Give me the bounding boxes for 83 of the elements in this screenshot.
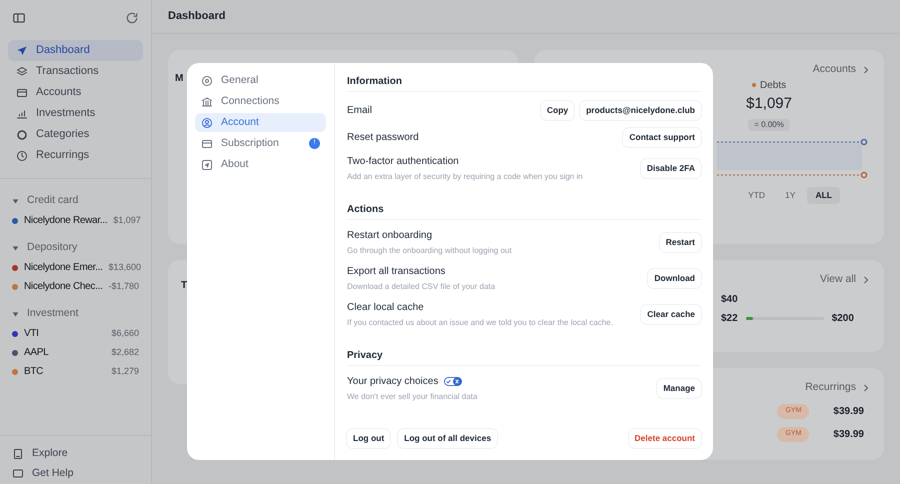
nav-item[interactable]: Accounts — [8, 82, 143, 103]
nav-item[interactable]: Investments — [8, 103, 143, 124]
recurrings-link[interactable]: Recurrings — [805, 380, 872, 396]
budget-current: $22 — [721, 312, 738, 326]
budget-total: $200 — [832, 312, 854, 326]
bar-chart-icon — [16, 108, 28, 120]
setting-label: Clear local cache — [347, 301, 424, 315]
setting-label: Reset password — [347, 130, 419, 144]
settings-tab[interactable]: About — [195, 155, 326, 174]
chat-icon — [12, 468, 24, 480]
setting-description: Download a detailed CSV file of your data — [347, 281, 496, 293]
view-all-link[interactable]: View all — [820, 272, 872, 288]
section-title: Information — [347, 71, 701, 92]
section-title: Actions — [347, 199, 701, 220]
setting-label: Two-factor authentication — [347, 155, 459, 169]
account-item[interactable]: VTI $6,660 — [8, 324, 143, 343]
setting-description: We don't ever sell your financial data — [347, 391, 478, 403]
clock-icon — [16, 150, 28, 162]
settings-tab[interactable]: General — [195, 71, 326, 90]
setting-label: Export all transactions — [347, 265, 446, 279]
layers-icon — [16, 66, 28, 78]
card-icon — [16, 86, 28, 98]
card-title: T — [181, 280, 188, 291]
delete-account-button[interactable]: Delete account — [628, 429, 701, 448]
nav-item[interactable]: Categories — [8, 124, 143, 145]
action-button[interactable]: products@nicelydone.club — [580, 100, 701, 120]
debts-value: $1,097 — [746, 94, 792, 114]
settings-icon — [201, 74, 213, 86]
action-button[interactable]: Manage — [657, 379, 701, 398]
footer-link[interactable]: Explore — [12, 444, 139, 464]
sidebar-toggle-icon[interactable] — [12, 11, 26, 25]
nav-item[interactable]: Dashboard — [8, 40, 143, 61]
action-button[interactable]: Restart — [660, 233, 701, 252]
refresh-icon[interactable] — [125, 11, 139, 25]
setting-description: Add an extra layer of security by requiring a code when you sign in — [347, 171, 583, 183]
accounts-link[interactable]: Accounts — [812, 62, 872, 78]
card-title: M — [175, 73, 184, 84]
account-item[interactable]: Nicelydone Rewar... $1,097 — [8, 211, 143, 230]
card-icon — [201, 138, 213, 150]
account-item[interactable]: Nicelydone Emer... $13,600 — [8, 258, 143, 277]
action-button[interactable]: Contact support — [623, 128, 701, 146]
caret-down-icon — [12, 244, 19, 252]
range-tab[interactable]: YTD — [740, 187, 774, 204]
recurring-amount: $39.99 — [833, 428, 864, 442]
caret-down-icon — [12, 310, 19, 318]
action-button[interactable]: Copy — [540, 100, 574, 120]
account-item[interactable]: BTC $1,279 — [8, 362, 143, 381]
logout-button[interactable]: Log out — [347, 429, 390, 448]
user-icon — [201, 116, 213, 128]
group-header[interactable]: Investment — [8, 304, 143, 324]
privacy-toggle-icon[interactable] — [444, 377, 462, 386]
logout-button[interactable]: Log out of all devices — [398, 429, 498, 448]
send-icon — [16, 44, 28, 56]
page-title: Dashboard — [168, 9, 226, 24]
group-header[interactable]: Depository — [8, 238, 143, 258]
action-button[interactable]: Download — [648, 269, 701, 288]
ring-icon — [16, 128, 28, 140]
settings-tab[interactable]: Connections — [195, 92, 326, 111]
action-button[interactable]: Disable 2FA — [640, 159, 701, 178]
budget-spent: $40 — [721, 292, 739, 307]
arrow-box-icon — [201, 158, 213, 170]
caret-down-icon — [12, 198, 19, 204]
setting-label: Email — [347, 104, 372, 118]
account-item[interactable]: AAPL $2,682 — [8, 343, 143, 362]
change-badge: = 0.00% — [748, 119, 790, 132]
nav-item[interactable]: Recurrings — [8, 145, 143, 166]
setting-description: If you contacted us about an issue and we told you to clear the local cache. — [347, 317, 613, 329]
nav-item[interactable]: Transactions — [8, 61, 143, 82]
recurring-amount: $39.99 — [833, 404, 864, 419]
bank-icon — [201, 96, 213, 108]
setting-label: Restart onboarding — [347, 229, 432, 243]
setting-label: Your privacy choices — [347, 375, 438, 389]
settings-tab[interactable]: Account — [195, 113, 326, 132]
setting-description: Go through the onboarding without logging out — [347, 245, 512, 257]
footer-link[interactable]: Get Help — [12, 464, 139, 484]
range-tab[interactable]: 1Y — [777, 187, 804, 204]
account-item[interactable]: Nicelydone Chec... -$1,780 — [8, 277, 143, 296]
section-title: Privacy — [347, 345, 701, 366]
debts-label: Debts — [760, 78, 786, 93]
book-icon — [12, 448, 24, 460]
range-tab[interactable]: ALL — [807, 187, 840, 204]
group-header[interactable]: Credit card — [8, 191, 143, 211]
action-button[interactable]: Clear cache — [641, 305, 701, 324]
